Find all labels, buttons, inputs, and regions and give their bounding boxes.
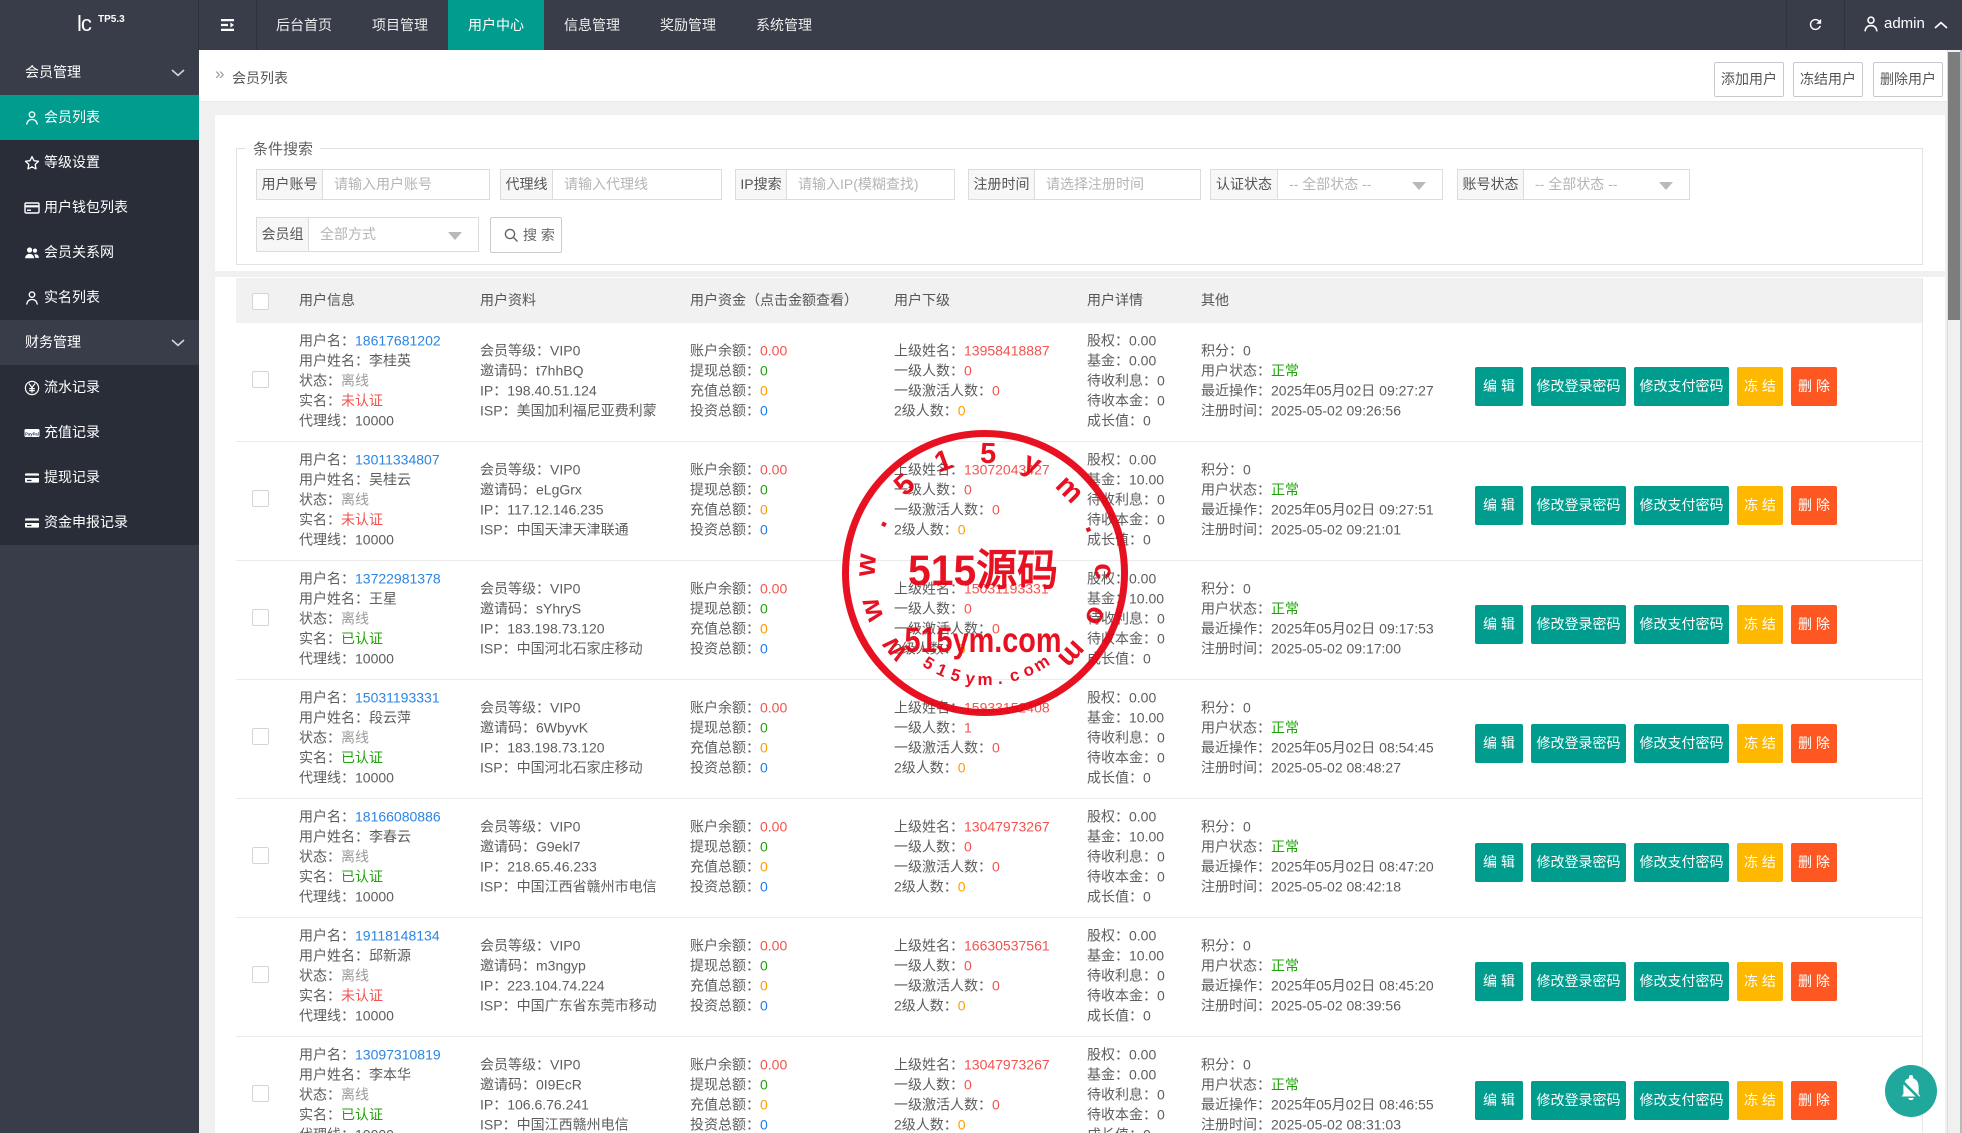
svg-text:1: 1 (933, 660, 949, 681)
svg-text:y: y (1019, 446, 1047, 482)
svg-text:w: w (853, 594, 891, 627)
svg-text:y: y (964, 668, 977, 688)
svg-text:PayPal: PayPal (25, 431, 39, 436)
svg-text:.: . (996, 669, 1003, 688)
svg-text:.: . (1078, 517, 1111, 537)
svg-text:c: c (1007, 665, 1021, 686)
svg-text:c: c (1088, 563, 1120, 580)
svg-text:515源码: 515源码 (908, 547, 1058, 595)
svg-text:w: w (849, 552, 883, 578)
svg-text:o: o (1078, 602, 1114, 630)
svg-text:5: 5 (888, 468, 921, 503)
svg-text:.: . (862, 511, 894, 532)
svg-text:1: 1 (930, 444, 956, 480)
svg-text:m: m (977, 670, 992, 689)
svg-text:5: 5 (948, 665, 962, 686)
svg-text:5: 5 (980, 438, 997, 470)
